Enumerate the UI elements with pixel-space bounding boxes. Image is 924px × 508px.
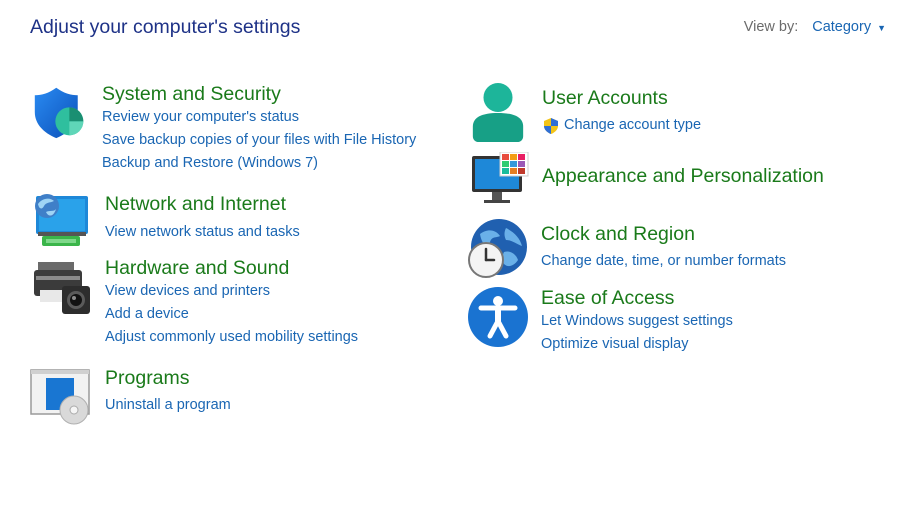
page-title: Adjust your computer's settings — [30, 16, 301, 38]
category-heading-appearance[interactable]: Appearance and Personalization — [542, 164, 824, 188]
link-uninstall-program[interactable]: Uninstall a program — [105, 394, 231, 417]
category-programs: Programs Uninstall a program — [30, 366, 231, 426]
link-windows-suggest[interactable]: Let Windows suggest settings — [541, 310, 733, 333]
programs-disc-icon[interactable] — [30, 366, 92, 426]
appearance-monitor-icon[interactable] — [470, 152, 530, 208]
category-network-internet: Network and Internet View network status… — [32, 192, 300, 252]
category-system-security: System and Security Review your computer… — [32, 82, 416, 175]
link-file-history[interactable]: Save backup copies of your files with Fi… — [102, 129, 416, 152]
category-appearance: Appearance and Personalization — [470, 152, 824, 208]
link-devices-printers[interactable]: View devices and printers — [105, 280, 358, 303]
link-optimize-visual[interactable]: Optimize visual display — [541, 333, 733, 356]
category-heading-hardware-sound[interactable]: Hardware and Sound — [105, 256, 358, 280]
view-by-dropdown[interactable]: Category ▼ — [812, 19, 886, 35]
category-heading-programs[interactable]: Programs — [105, 366, 231, 390]
globe-clock-icon[interactable] — [466, 218, 528, 280]
link-add-device[interactable]: Add a device — [105, 303, 358, 326]
link-review-status[interactable]: Review your computer's status — [102, 106, 416, 129]
change-account-type-row[interactable]: Change account type — [542, 114, 701, 137]
category-heading-clock-region[interactable]: Clock and Region — [541, 222, 786, 246]
chevron-down-icon: ▼ — [877, 22, 886, 33]
user-accounts-icon[interactable] — [468, 82, 528, 142]
shield-icon[interactable] — [32, 82, 88, 142]
link-mobility-settings[interactable]: Adjust commonly used mobility settings — [105, 326, 358, 349]
link-change-account-type[interactable]: Change account type — [564, 114, 701, 137]
category-heading-network-internet[interactable]: Network and Internet — [105, 192, 300, 216]
view-by-value: Category — [812, 19, 872, 35]
category-hardware-sound: Hardware and Sound View devices and prin… — [32, 256, 358, 349]
view-by-label: View by: — [743, 19, 799, 35]
link-network-status[interactable]: View network status and tasks — [105, 221, 300, 244]
category-clock-region: Clock and Region Change date, time, or n… — [466, 218, 786, 280]
category-ease-of-access: Ease of Access Let Windows suggest setti… — [467, 286, 733, 356]
network-monitor-icon[interactable] — [32, 192, 92, 252]
accessibility-icon[interactable] — [467, 286, 529, 348]
printer-camera-icon[interactable] — [32, 256, 92, 316]
category-heading-ease-of-access[interactable]: Ease of Access — [541, 286, 733, 310]
category-heading-user-accounts[interactable]: User Accounts — [542, 86, 701, 110]
link-date-time-formats[interactable]: Change date, time, or number formats — [541, 250, 786, 273]
uac-shield-icon — [544, 117, 558, 134]
link-backup-restore[interactable]: Backup and Restore (Windows 7) — [102, 152, 416, 175]
category-heading-system-security[interactable]: System and Security — [102, 82, 416, 106]
category-user-accounts: User Accounts Change account type — [468, 82, 701, 142]
view-by: View by: Category ▼ — [744, 19, 886, 35]
